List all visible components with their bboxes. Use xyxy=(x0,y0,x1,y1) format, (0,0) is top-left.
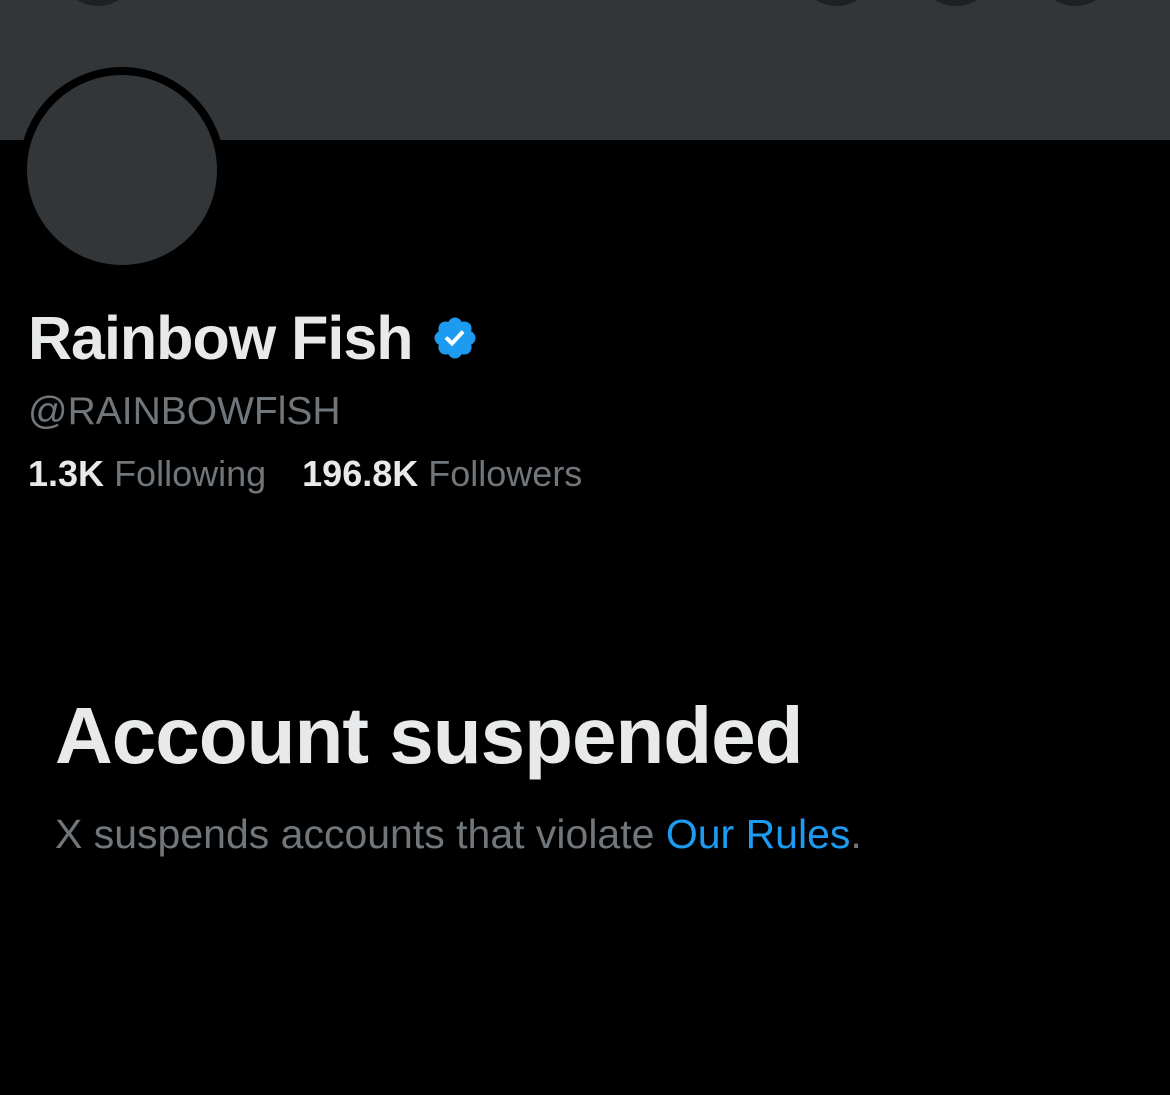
display-name-row: Rainbow Fish xyxy=(28,302,479,374)
share-button[interactable] xyxy=(925,0,987,6)
following-label: Following xyxy=(114,453,267,494)
following-stat-link[interactable]: 1.3K Following xyxy=(28,448,266,500)
followers-count: 196.8K xyxy=(302,453,419,494)
followers-stat-link[interactable]: 196.8K Followers xyxy=(302,448,582,500)
suspension-title: Account suspended xyxy=(55,691,804,780)
verified-badge-icon[interactable] xyxy=(431,314,479,362)
suspension-message-period: . xyxy=(850,811,862,857)
suspension-message: X suspends accounts that violate Our Rul… xyxy=(55,806,862,862)
profile-handle: @RAINBOWFlSH xyxy=(28,390,341,433)
profile-stats: 1.3K Following 196.8K Followers xyxy=(28,448,582,500)
followers-label: Followers xyxy=(428,453,583,494)
search-button[interactable] xyxy=(806,0,868,6)
our-rules-link[interactable]: Our Rules xyxy=(666,811,851,857)
following-count: 1.3K xyxy=(28,453,105,494)
display-name: Rainbow Fish xyxy=(28,304,413,372)
avatar[interactable] xyxy=(27,75,217,265)
more-options-button[interactable] xyxy=(1044,0,1106,6)
avatar-frame xyxy=(19,67,225,273)
suspension-message-text: X suspends accounts that violate xyxy=(55,811,666,857)
back-button[interactable] xyxy=(67,0,129,6)
